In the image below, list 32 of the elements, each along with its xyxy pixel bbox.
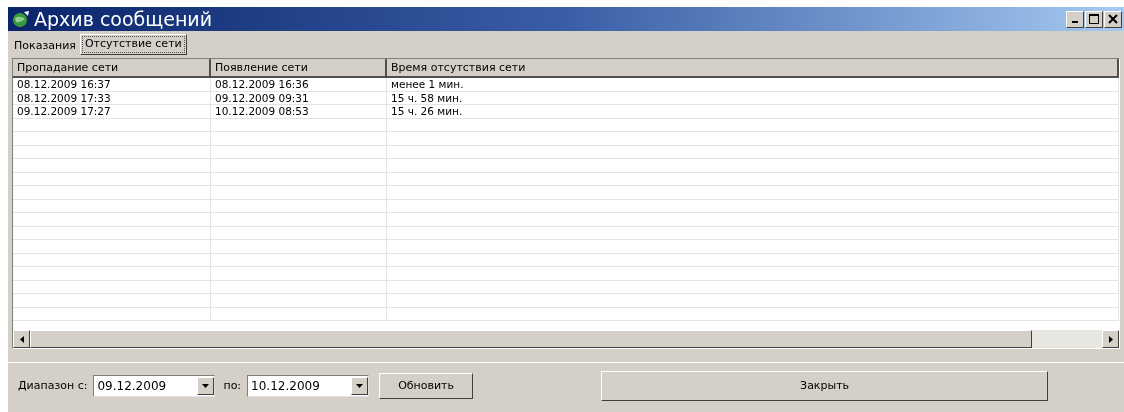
close-icon: [1108, 14, 1118, 24]
table-cell: 15 ч. 58 мин.: [387, 91, 1119, 104]
column-header[interactable]: Появление сети: [211, 59, 387, 78]
refresh-button[interactable]: Обновить: [379, 373, 474, 399]
tab[interactable]: Показания: [10, 37, 80, 55]
close-button[interactable]: [1104, 10, 1122, 28]
horizontal-scrollbar[interactable]: [13, 330, 1119, 348]
scroll-left-icon: [19, 335, 24, 343]
minimize-button[interactable]: [1066, 10, 1084, 28]
window-title: Архив сообщений: [34, 9, 213, 29]
date-field[interactable]: 09.12.2009: [93, 375, 216, 397]
table-cell: 09.12.2009 09:31: [211, 91, 387, 104]
table-cell: 08.12.2009 16:36: [211, 78, 387, 91]
table-cell: 09.12.2009 17:27: [13, 105, 211, 118]
date-field[interactable]: 10.12.2009: [247, 375, 370, 397]
globe-icon: [11, 10, 31, 28]
scroll-right-icon: [1108, 335, 1113, 343]
range-to-label: по:: [223, 377, 242, 394]
column-header[interactable]: Пропадание сети: [13, 59, 211, 78]
dropdown-arrow-icon: [356, 384, 364, 388]
close-window-button[interactable]: Закрыть: [601, 371, 1049, 401]
column-header[interactable]: Время отсутствия сети: [387, 59, 1119, 78]
table-cell: 08.12.2009 17:33: [13, 91, 211, 104]
table-cell: 15 ч. 26 мин.: [387, 105, 1119, 118]
table-cell: менее 1 мин.: [387, 78, 1119, 91]
dropdown-arrow-icon: [202, 384, 210, 388]
tab[interactable]: Отсутствие сети: [79, 34, 187, 55]
table-cell: 08.12.2009 16:37: [13, 78, 211, 91]
maximize-button[interactable]: [1085, 10, 1103, 28]
range-from-label: Диапазон с:: [18, 377, 88, 394]
table-cell: 10.12.2009 08:53: [211, 105, 387, 118]
maximize-icon: [1089, 14, 1099, 24]
